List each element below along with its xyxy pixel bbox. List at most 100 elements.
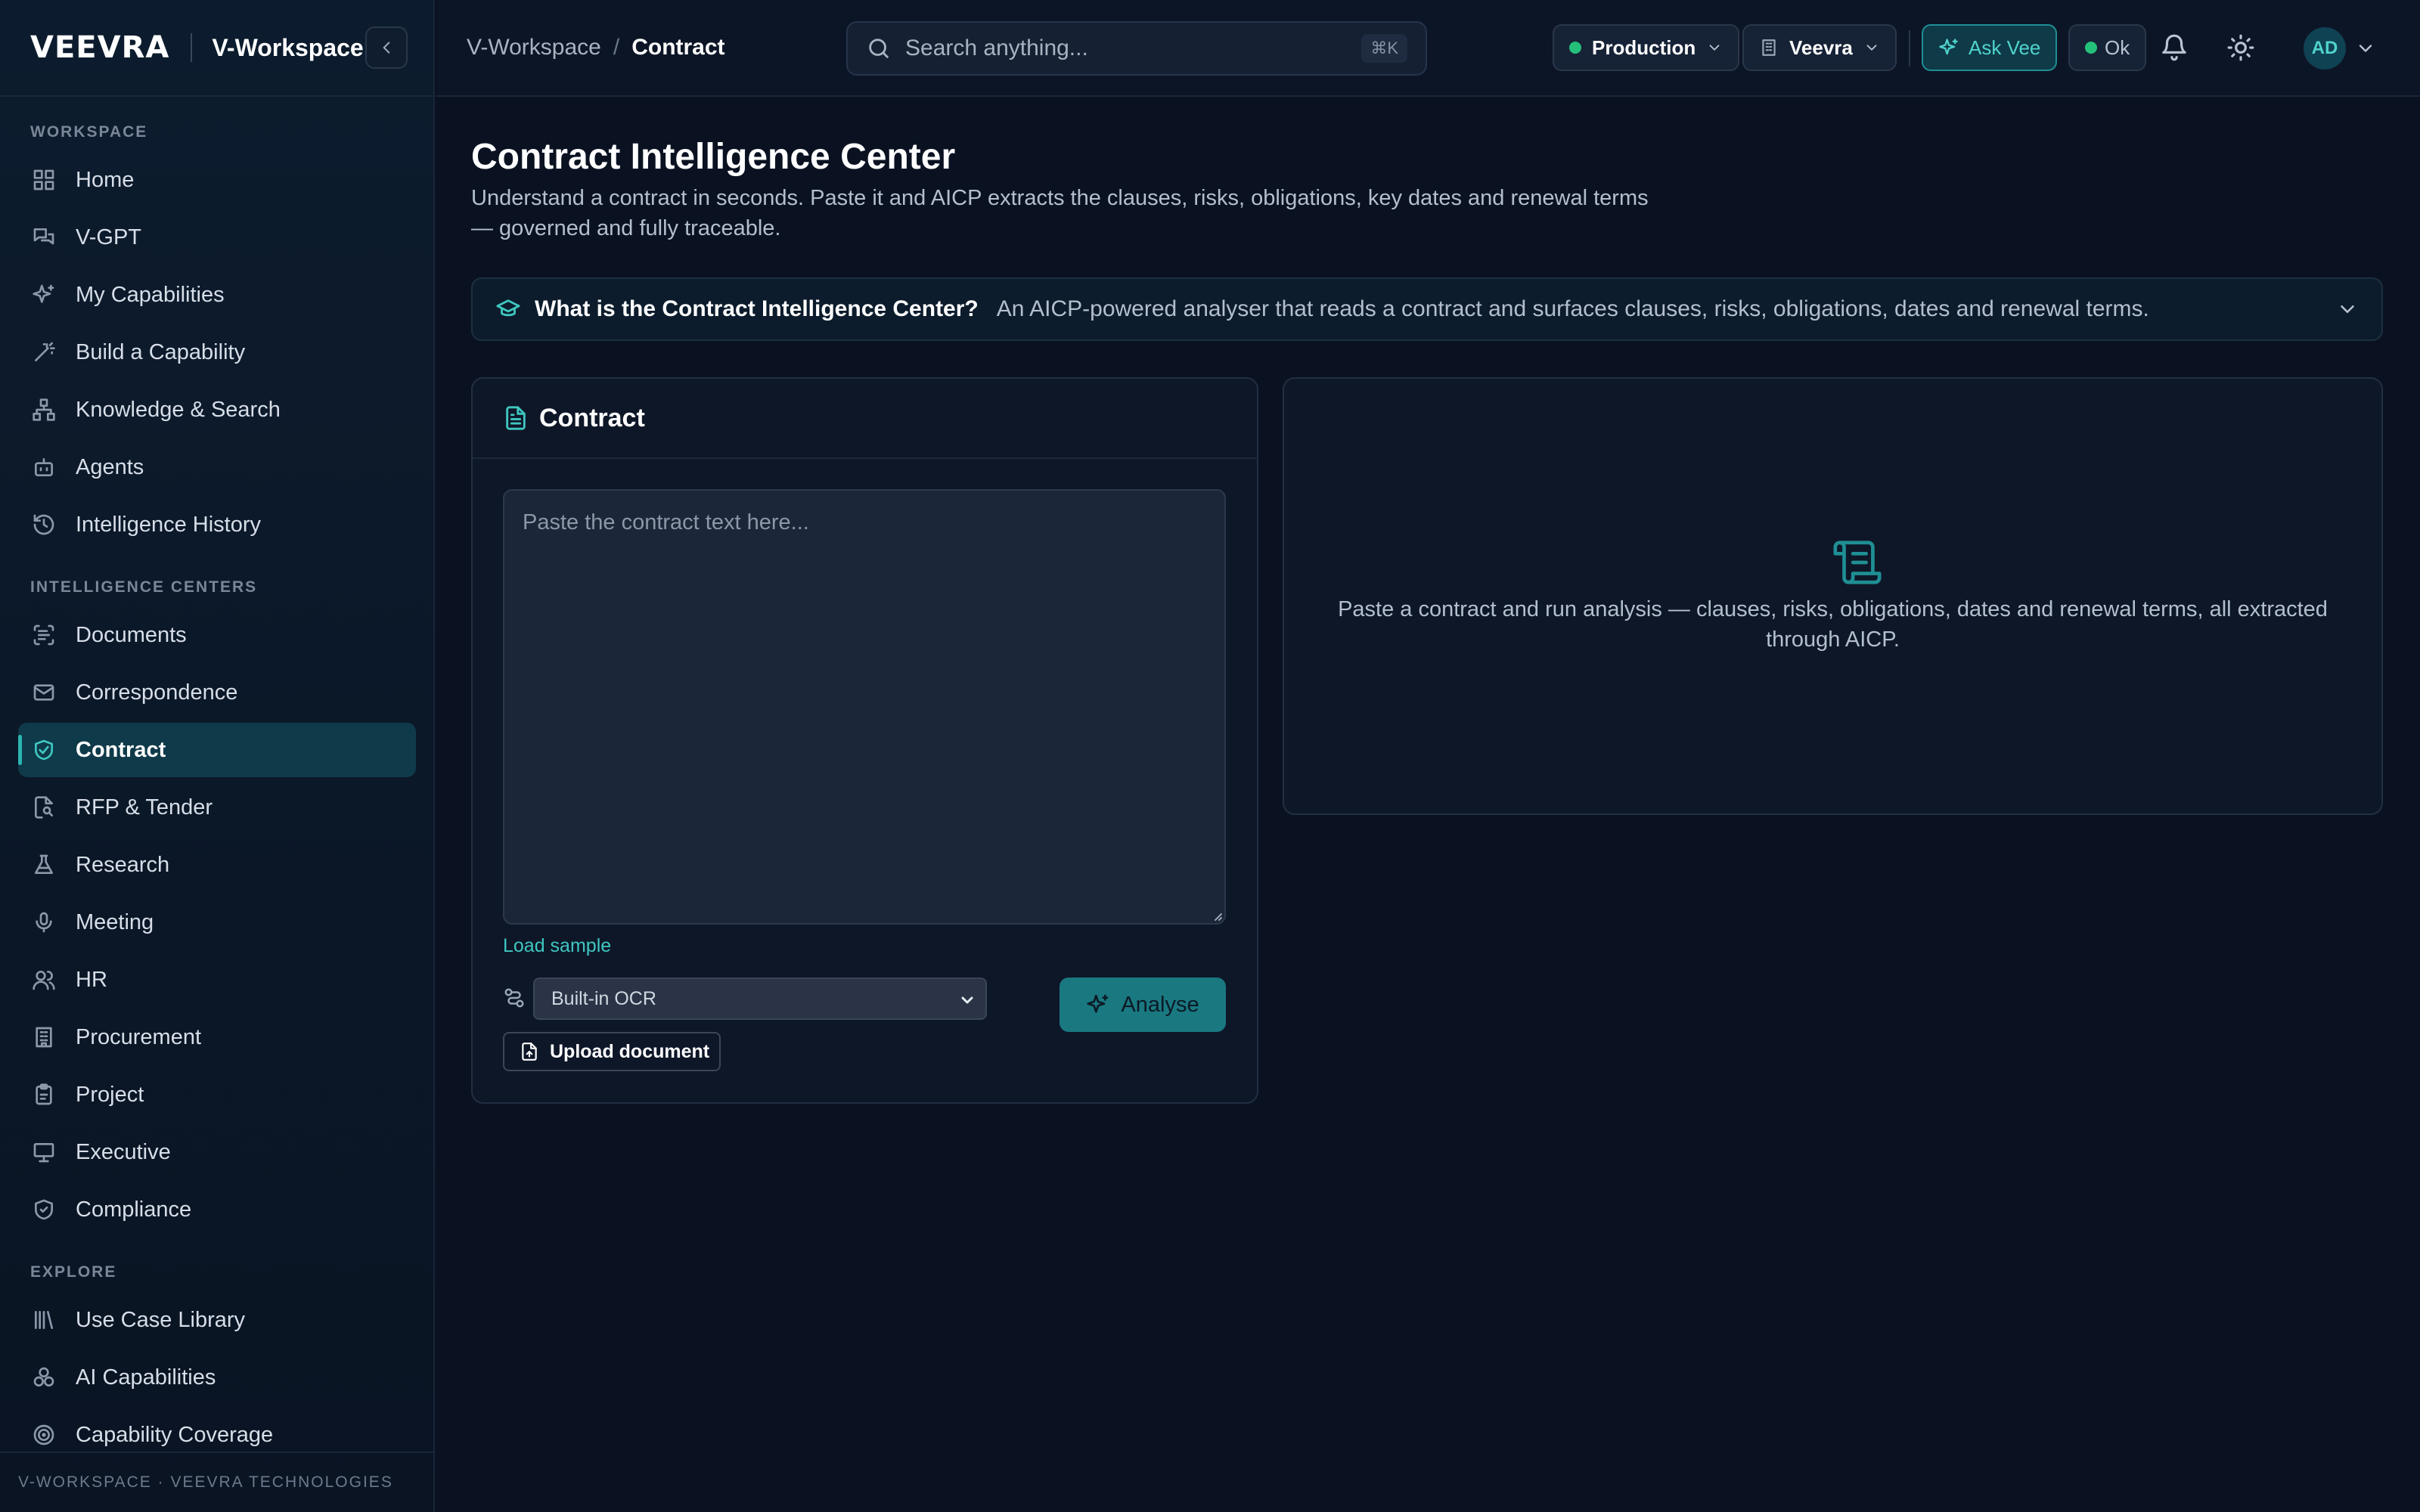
- analyse-button[interactable]: Analyse: [1060, 978, 1226, 1032]
- chat-icon: [33, 228, 54, 245]
- sidebar-item-label: Use Case Library: [76, 1307, 246, 1332]
- sidebar-item-executive[interactable]: Executive: [18, 1125, 416, 1179]
- sidebar-item-agents[interactable]: Agents: [18, 440, 416, 494]
- info-question: What is the Contract Intelligence Center…: [535, 296, 979, 321]
- collapse-sidebar-button[interactable]: [365, 26, 408, 69]
- wand-icon: [35, 342, 55, 361]
- sidebar-item-v-gpt[interactable]: V-GPT: [18, 210, 416, 265]
- sidebar-item-ai-capabilities[interactable]: AI Capabilities: [18, 1350, 416, 1405]
- status-ok-dot: [2085, 42, 2097, 54]
- sidebar-item-label: Build a Capability: [76, 339, 246, 364]
- ocr-selected-value: Built-in OCR: [551, 987, 656, 1009]
- sidebar-item-project[interactable]: Project: [18, 1067, 416, 1122]
- users-icon: [33, 971, 55, 990]
- sidebar-item-meeting[interactable]: Meeting: [18, 895, 416, 950]
- brand-divider: [191, 33, 193, 62]
- page-subtitle: Understand a contract in seconds. Paste …: [471, 186, 1649, 240]
- resize-handle-icon[interactable]: [1211, 909, 1223, 922]
- sidebar-item-procurement[interactable]: Procurement: [18, 1010, 416, 1064]
- sidebar-item-label: Correspondence: [76, 680, 238, 705]
- sidebar-item-label: Executive: [76, 1139, 171, 1164]
- sidebar-item-label: Meeting: [76, 909, 154, 934]
- bell-icon[interactable]: [2160, 33, 2189, 62]
- bot-icon: [35, 458, 53, 476]
- empty-state-text: Paste a contract and run analysis — clau…: [1338, 597, 2328, 652]
- search-input[interactable]: Search anything...: [905, 36, 1361, 61]
- sidebar-item-label: Compliance: [76, 1197, 192, 1222]
- sidebar-item-label: Knowledge & Search: [76, 397, 281, 422]
- sidebar-item-label: Research: [76, 852, 170, 877]
- route-icon: [504, 988, 524, 1008]
- graduation-cap-icon: [496, 299, 520, 317]
- breadcrumb-workspace[interactable]: V-Workspace: [467, 35, 601, 60]
- chevron-down-icon: [2341, 305, 2354, 313]
- chevron-left-icon: [383, 42, 390, 54]
- topbar-divider: [1909, 30, 1910, 67]
- sidebar-item-compliance[interactable]: Compliance: [18, 1182, 416, 1237]
- ocr-engine-select[interactable]: Built-in OCR: [533, 978, 987, 1020]
- sidebar-item-contract[interactable]: Contract: [18, 723, 416, 777]
- org-selector[interactable]: Veevra: [1742, 24, 1897, 71]
- sidebar-item-research[interactable]: Research: [18, 838, 416, 892]
- info-accordion[interactable]: What is the Contract Intelligence Center…: [471, 277, 2383, 341]
- sidebar-item-label: Documents: [76, 622, 187, 647]
- veevra-logo[interactable]: VEEVRA: [30, 30, 169, 65]
- sidebar-item-label: HR: [76, 967, 107, 992]
- contract-textarea[interactable]: Paste the contract text here...: [503, 489, 1226, 925]
- chevron-down-icon[interactable]: [2355, 38, 2376, 59]
- sidebar-item-label: RFP & Tender: [76, 795, 213, 820]
- scan-text-icon: [33, 624, 54, 646]
- sparkles-icon: [1087, 994, 1109, 1013]
- boxes-icon: [33, 1367, 54, 1387]
- sidebar-item-documents[interactable]: Documents: [18, 608, 416, 662]
- environment-selector[interactable]: Production: [1553, 24, 1740, 71]
- sidebar-item-label: Agents: [76, 454, 144, 479]
- chevron-down-icon: [961, 996, 973, 1004]
- file-upload-icon: [522, 1043, 537, 1061]
- load-sample-link[interactable]: Load sample: [503, 935, 611, 957]
- contract-input-card: Contract Paste the contract text here...…: [471, 377, 1258, 1104]
- sidebar-item-label: Procurement: [76, 1024, 202, 1049]
- sidebar-item-intelligence-history[interactable]: Intelligence History: [18, 497, 416, 552]
- sidebar-item-home[interactable]: Home: [18, 153, 416, 207]
- sidebar-item-hr[interactable]: HR: [18, 953, 416, 1007]
- sidebar-item-my-capabilities[interactable]: My Capabilities: [18, 268, 416, 322]
- sidebar-item-correspondence[interactable]: Correspondence: [18, 665, 416, 720]
- sidebar-item-rfp-tender[interactable]: RFP & Tender: [18, 780, 416, 835]
- flask-icon: [35, 854, 53, 874]
- environment-label: Production: [1592, 36, 1696, 59]
- ask-vee-button[interactable]: Ask Vee: [1922, 24, 2058, 71]
- search-shortcut: ⌘K: [1361, 34, 1407, 63]
- building-icon: [36, 1027, 52, 1048]
- analysis-result-card: Paste a contract and run analysis — clau…: [1283, 377, 2383, 815]
- network-icon: [33, 398, 55, 421]
- search-bar[interactable]: Search anything... ⌘K: [846, 21, 1427, 76]
- sun-icon[interactable]: [2226, 33, 2255, 62]
- mic-icon: [36, 912, 52, 933]
- sparkles-icon: [1939, 39, 1958, 55]
- upload-document-button[interactable]: Upload document: [503, 1032, 721, 1071]
- chevron-down-icon: [1866, 45, 1877, 51]
- breadcrumb-current: Contract: [631, 35, 725, 60]
- file-text-icon: [506, 406, 526, 430]
- search-icon: [869, 39, 889, 58]
- workspace-name: V-Workspace: [212, 33, 364, 61]
- presentation-icon: [33, 1143, 54, 1163]
- status-label: Ok: [2105, 36, 2130, 59]
- chevron-down-icon: [1709, 45, 1720, 51]
- analyse-label: Analyse: [1121, 992, 1199, 1017]
- topbar: V-Workspace / Contract Search anything..…: [436, 0, 2420, 97]
- sidebar-item-knowledge-search[interactable]: Knowledge & Search: [18, 383, 416, 437]
- user-avatar[interactable]: AD: [2304, 27, 2346, 70]
- shield-icon: [35, 1199, 53, 1220]
- sidebar-item-label: My Capabilities: [76, 282, 225, 307]
- sidebar-item-build-capability[interactable]: Build a Capability: [18, 325, 416, 380]
- org-label: Veevra: [1789, 36, 1853, 59]
- system-status-badge[interactable]: Ok: [2068, 24, 2147, 71]
- sidebar-item-use-case-library[interactable]: Use Case Library: [18, 1293, 416, 1347]
- section-explore: EXPLORE: [30, 1263, 117, 1281]
- sidebar: VEEVRA V-Workspace WORKSPACE Home V-GPT …: [0, 0, 435, 1512]
- grid-icon: [33, 169, 54, 191]
- sidebar-item-label: Project: [76, 1082, 144, 1107]
- environment-status-dot: [1569, 42, 1581, 54]
